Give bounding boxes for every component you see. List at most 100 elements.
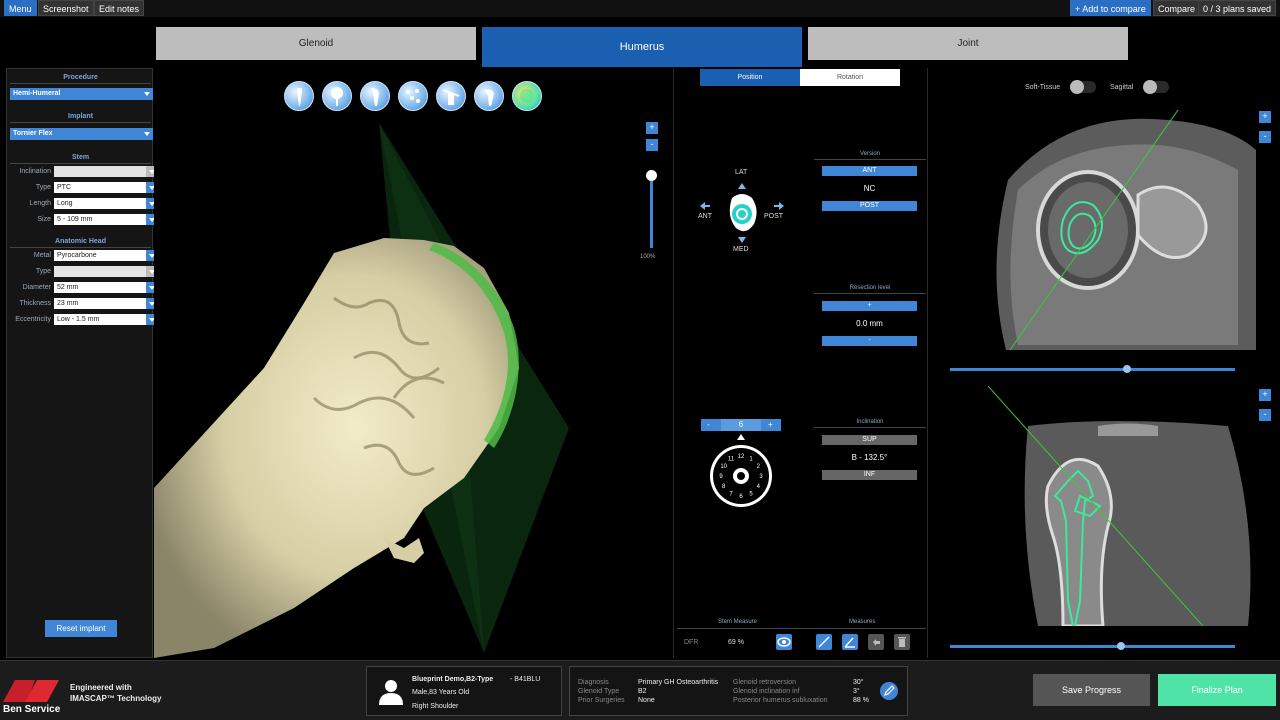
dfr-label: DFR bbox=[684, 639, 699, 646]
patient-side: Right Shoulder bbox=[412, 703, 459, 710]
humerus-3d-viewport[interactable]: + - 100% bbox=[154, 68, 672, 658]
reset-implant-button[interactable]: Reset implant bbox=[45, 620, 117, 637]
stem-inclination-label: Inclination bbox=[19, 168, 51, 175]
cut-tool-icon[interactable] bbox=[436, 81, 466, 111]
head-tool-icon[interactable] bbox=[322, 81, 352, 111]
chevron-down-icon bbox=[144, 132, 150, 136]
coronal-slice-slider[interactable] bbox=[950, 642, 1235, 650]
coronal-slice-handle[interactable] bbox=[1117, 642, 1125, 650]
toggle-knob bbox=[1143, 80, 1157, 94]
diagnosis-box: Diagnosis Primary GH Osteoarthritis Glen… bbox=[569, 666, 908, 716]
diagnosis-label: Diagnosis bbox=[578, 679, 609, 686]
axial-ct-view[interactable] bbox=[988, 110, 1256, 352]
undo-icon[interactable] bbox=[868, 634, 884, 650]
axial-slice-slider[interactable] bbox=[950, 365, 1235, 373]
resection-value: 0.0 mm bbox=[856, 319, 883, 328]
trash-icon[interactable] bbox=[894, 634, 910, 650]
stem-type-field[interactable]: PTC bbox=[54, 182, 146, 193]
post-label: POST bbox=[764, 213, 784, 220]
tab-humerus[interactable]: Humerus bbox=[482, 27, 802, 67]
menu-button[interactable]: Menu bbox=[4, 0, 37, 16]
edit-icon[interactable] bbox=[880, 682, 898, 700]
stem-length-field[interactable]: Long bbox=[54, 198, 146, 209]
ruler-icon[interactable] bbox=[816, 634, 832, 650]
stepper-plus-button[interactable]: + bbox=[768, 419, 773, 431]
patient-info-box: Blueprint Demo,B2-Type - B41BLU Male,83 … bbox=[366, 666, 562, 716]
zoom-out-button[interactable]: - bbox=[646, 139, 658, 151]
axial-zoom-in-button[interactable]: + bbox=[1259, 111, 1271, 123]
stem-tool-icon[interactable] bbox=[284, 81, 314, 111]
head-eccentricity-field[interactable]: Low - 1.5 mm bbox=[54, 314, 146, 325]
version-post-button[interactable]: POST bbox=[822, 201, 917, 211]
tab-position[interactable]: Position bbox=[700, 69, 800, 86]
resection-up-button[interactable]: + bbox=[822, 301, 917, 311]
top-bar: Menu Screenshot Edit notes + Add to comp… bbox=[0, 0, 1280, 17]
soft-tissue-toggle[interactable] bbox=[1070, 80, 1096, 94]
head-eccentricity-label: Eccentricity bbox=[15, 316, 51, 323]
version-title: Version bbox=[814, 151, 926, 160]
lat-label: LAT bbox=[735, 169, 748, 176]
implant-select[interactable]: Tornier Flex bbox=[10, 128, 153, 140]
stepper-minus-button[interactable]: - bbox=[707, 419, 710, 431]
resection-down-button[interactable]: - bbox=[822, 336, 917, 346]
sagittal-toggle[interactable] bbox=[1143, 80, 1169, 94]
glenoid-inclination-value: 3° bbox=[853, 688, 860, 695]
diagnosis-value: Primary GH Osteoarthritis bbox=[638, 679, 719, 686]
inclination-sup-button[interactable]: SUP bbox=[822, 435, 917, 445]
zoom-slider-handle[interactable] bbox=[646, 170, 657, 181]
tab-glenoid[interactable]: Glenoid bbox=[156, 27, 476, 60]
tab-rotation[interactable]: Rotation bbox=[800, 69, 900, 86]
tab-joint[interactable]: Joint bbox=[808, 27, 1128, 60]
screenshot-button[interactable]: Screenshot bbox=[38, 0, 94, 16]
head-thickness-label: Thickness bbox=[19, 300, 51, 307]
head-thickness-field[interactable]: 23 mm bbox=[54, 298, 146, 309]
edit-notes-button[interactable]: Edit notes bbox=[94, 0, 145, 16]
rotation-dial[interactable]: 12 1234567891011 bbox=[706, 432, 776, 512]
stem-size-field[interactable]: 5 - 109 mm bbox=[54, 214, 146, 225]
zoom-slider-track[interactable] bbox=[650, 176, 653, 248]
anatomic-head-section-title: Anatomic Head bbox=[55, 238, 106, 245]
head-type-field[interactable] bbox=[54, 266, 146, 277]
ant-label: ANT bbox=[698, 213, 712, 220]
compare-button[interactable]: Compare bbox=[1153, 0, 1201, 16]
company-logo bbox=[3, 680, 59, 702]
subluxation-value: 88 % bbox=[853, 697, 869, 704]
plans-saved-indicator: 0 / 3 plans saved bbox=[1198, 0, 1277, 16]
divider bbox=[10, 83, 151, 84]
stem-inclination-field[interactable] bbox=[54, 166, 146, 177]
rotation-stepper[interactable]: - 6 + bbox=[701, 419, 781, 431]
glenoid-retroversion-label: Glenoid retroversion bbox=[733, 679, 797, 686]
imascap-label: IMASCAP™ Technology bbox=[70, 694, 162, 703]
version-ant-button[interactable]: ANT bbox=[822, 166, 917, 176]
stem-type-label: Type bbox=[35, 184, 51, 191]
finalize-plan-button[interactable]: Finalize Plan bbox=[1158, 674, 1276, 706]
coronal-zoom-in-button[interactable]: + bbox=[1259, 389, 1271, 401]
zoom-level-label: 100% bbox=[640, 254, 656, 260]
head-diameter-field[interactable]: 52 mm bbox=[54, 282, 146, 293]
axial-zoom-out-button[interactable]: - bbox=[1259, 131, 1271, 143]
angle-icon[interactable] bbox=[842, 634, 858, 650]
humerus-3d-model bbox=[154, 123, 569, 658]
stepper-value: 6 bbox=[721, 419, 761, 431]
coronal-zoom-out-button[interactable]: - bbox=[1259, 409, 1271, 421]
inclination-title: Inclination bbox=[814, 419, 926, 428]
axial-slice-handle[interactable] bbox=[1122, 365, 1131, 373]
arrow-left-icon[interactable] bbox=[700, 202, 710, 210]
med-label: MED bbox=[733, 246, 749, 253]
coronal-ct-view[interactable] bbox=[988, 386, 1256, 626]
color-map-tool-icon[interactable] bbox=[512, 81, 542, 111]
head-metal-field[interactable]: Pyrocarbone bbox=[54, 250, 146, 261]
stem-head-tool-icon[interactable] bbox=[474, 81, 504, 111]
toggle-knob bbox=[1070, 80, 1084, 94]
divider bbox=[10, 247, 151, 248]
add-to-compare-button[interactable]: + Add to compare bbox=[1070, 0, 1151, 16]
zoom-in-button[interactable]: + bbox=[646, 122, 658, 134]
eye-icon[interactable] bbox=[776, 634, 792, 650]
divider bbox=[10, 122, 151, 123]
inclination-inf-button[interactable]: INF bbox=[822, 470, 917, 480]
scatter-tool-icon[interactable] bbox=[398, 81, 428, 111]
implant-tool-icon[interactable] bbox=[360, 81, 390, 111]
arrow-right-icon[interactable] bbox=[774, 202, 784, 210]
save-progress-button[interactable]: Save Progress bbox=[1033, 674, 1150, 706]
procedure-select[interactable]: Hemi-Humeral bbox=[10, 88, 153, 100]
